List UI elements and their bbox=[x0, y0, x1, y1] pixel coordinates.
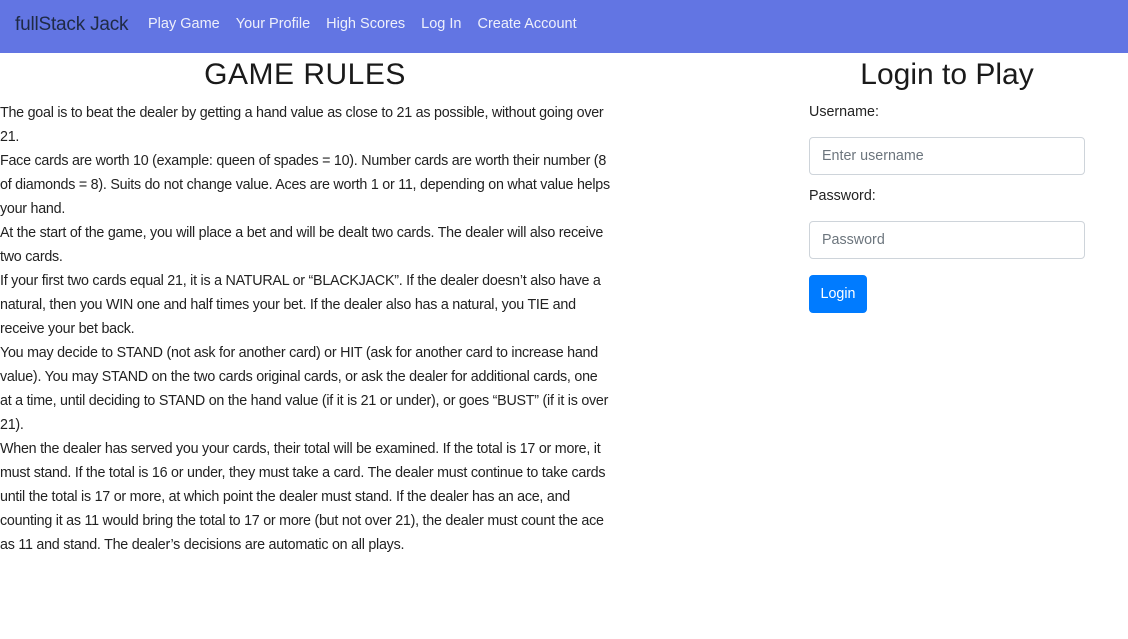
nav-link-play-game[interactable]: Play Game bbox=[148, 16, 220, 32]
login-button[interactable]: Login bbox=[809, 275, 867, 313]
nav-link-log-in[interactable]: Log In bbox=[421, 16, 461, 32]
nav-link-create-account[interactable]: Create Account bbox=[477, 16, 576, 32]
username-input[interactable] bbox=[809, 137, 1085, 175]
nav-link-high-scores[interactable]: High Scores bbox=[326, 16, 405, 32]
game-rules-title: GAME RULES bbox=[204, 58, 406, 91]
rule-paragraph: When the dealer has served you your card… bbox=[0, 441, 606, 553]
rule-paragraph: The goal is to beat the dealer by gettin… bbox=[0, 105, 604, 145]
nav-link-your-profile[interactable]: Your Profile bbox=[236, 16, 310, 32]
password-label: Password: bbox=[809, 188, 876, 204]
rule-paragraph: You may decide to STAND (not ask for ano… bbox=[0, 345, 609, 433]
rule-paragraph: At the start of the game, you will place… bbox=[0, 225, 604, 265]
brand-logo[interactable]: fullStack Jack bbox=[15, 14, 129, 36]
rule-paragraph: If your first two cards equal 21, it is … bbox=[0, 273, 601, 337]
navbar: fullStack Jack Play Game Your Profile Hi… bbox=[0, 0, 1128, 53]
password-input[interactable] bbox=[809, 221, 1085, 259]
game-rules-section: GAME RULES The goal is to beat the deale… bbox=[0, 53, 612, 557]
username-label: Username: bbox=[809, 104, 879, 120]
login-title: Login to Play bbox=[860, 58, 1034, 91]
login-form: Username: Password: Login bbox=[809, 104, 1085, 313]
nav-links: Play Game Your Profile High Scores Log I… bbox=[148, 16, 593, 32]
rule-paragraph: Face cards are worth 10 (example: queen … bbox=[0, 153, 610, 217]
login-section: Login to Play Username: Password: Login bbox=[809, 53, 1085, 313]
